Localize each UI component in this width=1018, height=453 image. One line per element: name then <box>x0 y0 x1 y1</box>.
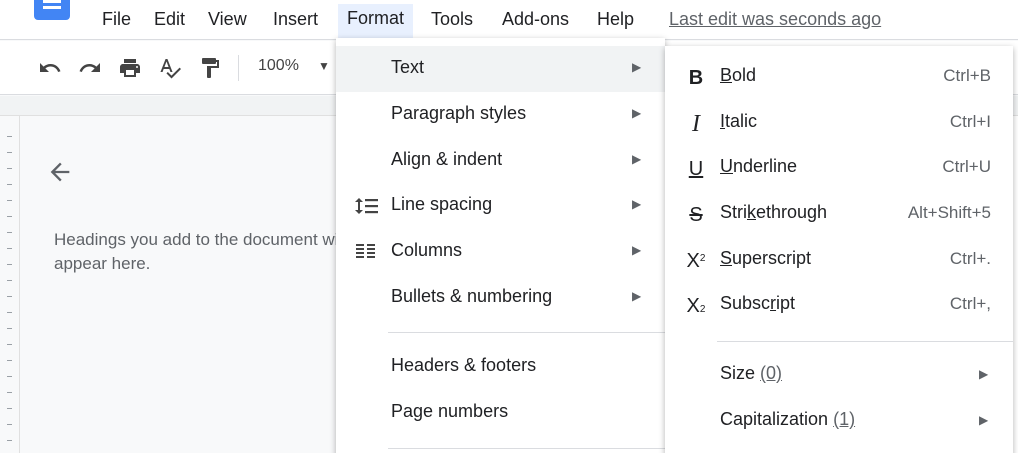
mnemonic-letter: B <box>720 65 733 85</box>
format-menu-align-indent[interactable]: Align & indent ▶ <box>336 138 665 184</box>
menu-item-label: Columns <box>391 240 463 260</box>
italic-icon: I <box>692 110 700 137</box>
format-menu-paragraph-styles[interactable]: Paragraph styles ▶ <box>336 92 665 138</box>
text-submenu-italic[interactable]: I Italic Ctrl+I <box>665 101 1013 147</box>
superscript-icon: X2 <box>686 249 706 272</box>
undo-icon[interactable] <box>36 54 64 82</box>
menu-format[interactable]: Format <box>338 4 414 38</box>
label-text: Capitalization <box>720 409 829 429</box>
submenu-arrow-icon: ▶ <box>632 106 642 120</box>
menu-item-label: Bullets & numbering <box>391 286 553 306</box>
menu-item-label: Page numbers <box>391 401 509 421</box>
item-count: (0) <box>760 363 783 383</box>
mnemonic-letter: U <box>720 156 733 176</box>
redo-icon[interactable] <box>76 54 104 82</box>
format-menu-headers-footers[interactable]: Headers & footers <box>336 344 665 390</box>
format-menu-line-spacing[interactable]: Line spacing ▶ <box>336 183 665 229</box>
outline-placeholder-text: Headings you add to the document will ap… <box>54 230 347 273</box>
submenu-arrow-icon: ▶ <box>632 152 642 166</box>
zoom-select[interactable]: 100% <box>258 57 299 75</box>
text-submenu-superscript[interactable]: X2 Superscript Ctrl+. <box>665 238 1013 284</box>
menu-view[interactable]: View <box>202 6 253 32</box>
menu-item-label: Capitalization (1) <box>720 409 855 430</box>
menu-item-label: Italic <box>720 111 757 132</box>
menu-item-label: Text <box>391 57 425 77</box>
menu-item-label: Superscript <box>720 248 811 269</box>
menu-item-label: Paragraph styles <box>391 103 527 123</box>
menu-file[interactable]: File <box>96 6 137 32</box>
label-rest: nderline <box>733 156 798 176</box>
text-submenu-size[interactable]: Size (0) ▶ <box>665 353 1013 399</box>
bold-icon: B <box>688 66 704 89</box>
submenu-arrow-icon: ▶ <box>632 60 642 74</box>
item-count: (1) <box>833 409 856 429</box>
menu-divider <box>388 448 665 449</box>
mnemonic-letter: S <box>720 248 733 268</box>
menu-item-label: Strikethrough <box>720 202 827 223</box>
submenu-arrow-icon: ▶ <box>979 367 989 381</box>
shortcut-text: Ctrl+B <box>943 66 991 85</box>
format-menu-page-numbers[interactable]: Page numbers <box>336 390 665 436</box>
menu-insert[interactable]: Insert <box>267 6 324 32</box>
label-text: Size <box>720 363 756 383</box>
menu-tools[interactable]: Tools <box>425 6 479 32</box>
back-arrow-icon[interactable] <box>46 158 74 186</box>
shortcut-text: Alt+Shift+5 <box>907 203 991 222</box>
menu-divider <box>388 332 665 333</box>
line-spacing-icon <box>354 194 380 218</box>
mnemonic-letter: k <box>747 202 756 222</box>
menu-help[interactable]: Help <box>591 6 640 32</box>
format-menu: Text ▶ Paragraph styles ▶ Align & indent… <box>336 38 665 453</box>
text-submenu-subscript[interactable]: X2 Subscript Ctrl+, <box>665 283 1013 329</box>
menu-item-label: Subscript <box>720 293 795 314</box>
docs-window: File Edit View Insert Format Tools Add-o… <box>0 0 1018 453</box>
text-submenu: B Bold Ctrl+B I Italic Ctrl+I U Underlin… <box>665 46 1013 453</box>
menu-edit[interactable]: Edit <box>148 6 191 32</box>
menu-addons[interactable]: Add-ons <box>496 6 575 32</box>
paint-format-icon[interactable] <box>196 54 224 82</box>
text-submenu-bold[interactable]: B Bold Ctrl+B <box>665 55 1013 101</box>
label-rest: ipt <box>776 293 796 313</box>
print-icon[interactable] <box>116 54 144 82</box>
label-rest: uperscript <box>732 248 812 268</box>
label-prefix: Subsc <box>720 293 771 313</box>
subscript-icon: X2 <box>686 294 706 317</box>
menu-bar: File Edit View Insert Format Tools Add-o… <box>0 0 1018 40</box>
menu-item-label: Headers & footers <box>391 355 537 375</box>
text-submenu-underline[interactable]: U Underline Ctrl+U <box>665 146 1013 192</box>
submenu-arrow-icon: ▶ <box>632 243 642 257</box>
last-edit-link[interactable]: Last edit was seconds ago <box>669 6 881 32</box>
shortcut-text: Ctrl+U <box>942 157 991 176</box>
toolbar-divider <box>238 55 239 81</box>
text-submenu-strikethrough[interactable]: S Strikethrough Alt+Shift+5 <box>665 192 1013 238</box>
strikethrough-icon: S <box>689 203 703 226</box>
underline-icon: U <box>688 157 704 180</box>
menu-divider <box>717 341 1013 342</box>
label-rest: talic <box>725 111 758 131</box>
shortcut-text: Ctrl+I <box>949 112 991 131</box>
format-menu-text[interactable]: Text ▶ <box>336 46 665 92</box>
shortcut-text: Ctrl+, <box>949 294 991 313</box>
text-submenu-capitalization[interactable]: Capitalization (1) ▶ <box>665 399 1013 445</box>
columns-icon <box>354 240 380 264</box>
label-prefix: Stri <box>720 202 747 222</box>
submenu-arrow-icon: ▶ <box>979 413 989 427</box>
spellcheck-icon[interactable] <box>156 54 184 82</box>
format-menu-columns[interactable]: Columns ▶ <box>336 229 665 275</box>
menu-item-label: Align & indent <box>391 149 503 169</box>
menu-item-label: Size (0) <box>720 363 782 384</box>
menu-item-label: Underline <box>720 156 797 177</box>
submenu-arrow-icon: ▶ <box>632 289 642 303</box>
menu-item-label: Bold <box>720 65 756 86</box>
docs-logo-icon[interactable] <box>34 0 70 20</box>
format-menu-bullets-numbering[interactable]: Bullets & numbering ▶ <box>336 275 665 321</box>
vertical-ruler <box>0 116 20 453</box>
chevron-down-icon[interactable]: ▼ <box>318 59 330 73</box>
label-rest: ethrough <box>756 202 828 222</box>
shortcut-text: Ctrl+. <box>949 249 991 268</box>
submenu-arrow-icon: ▶ <box>632 197 642 211</box>
label-rest: old <box>732 65 757 85</box>
menu-item-label: Line spacing <box>391 194 493 214</box>
